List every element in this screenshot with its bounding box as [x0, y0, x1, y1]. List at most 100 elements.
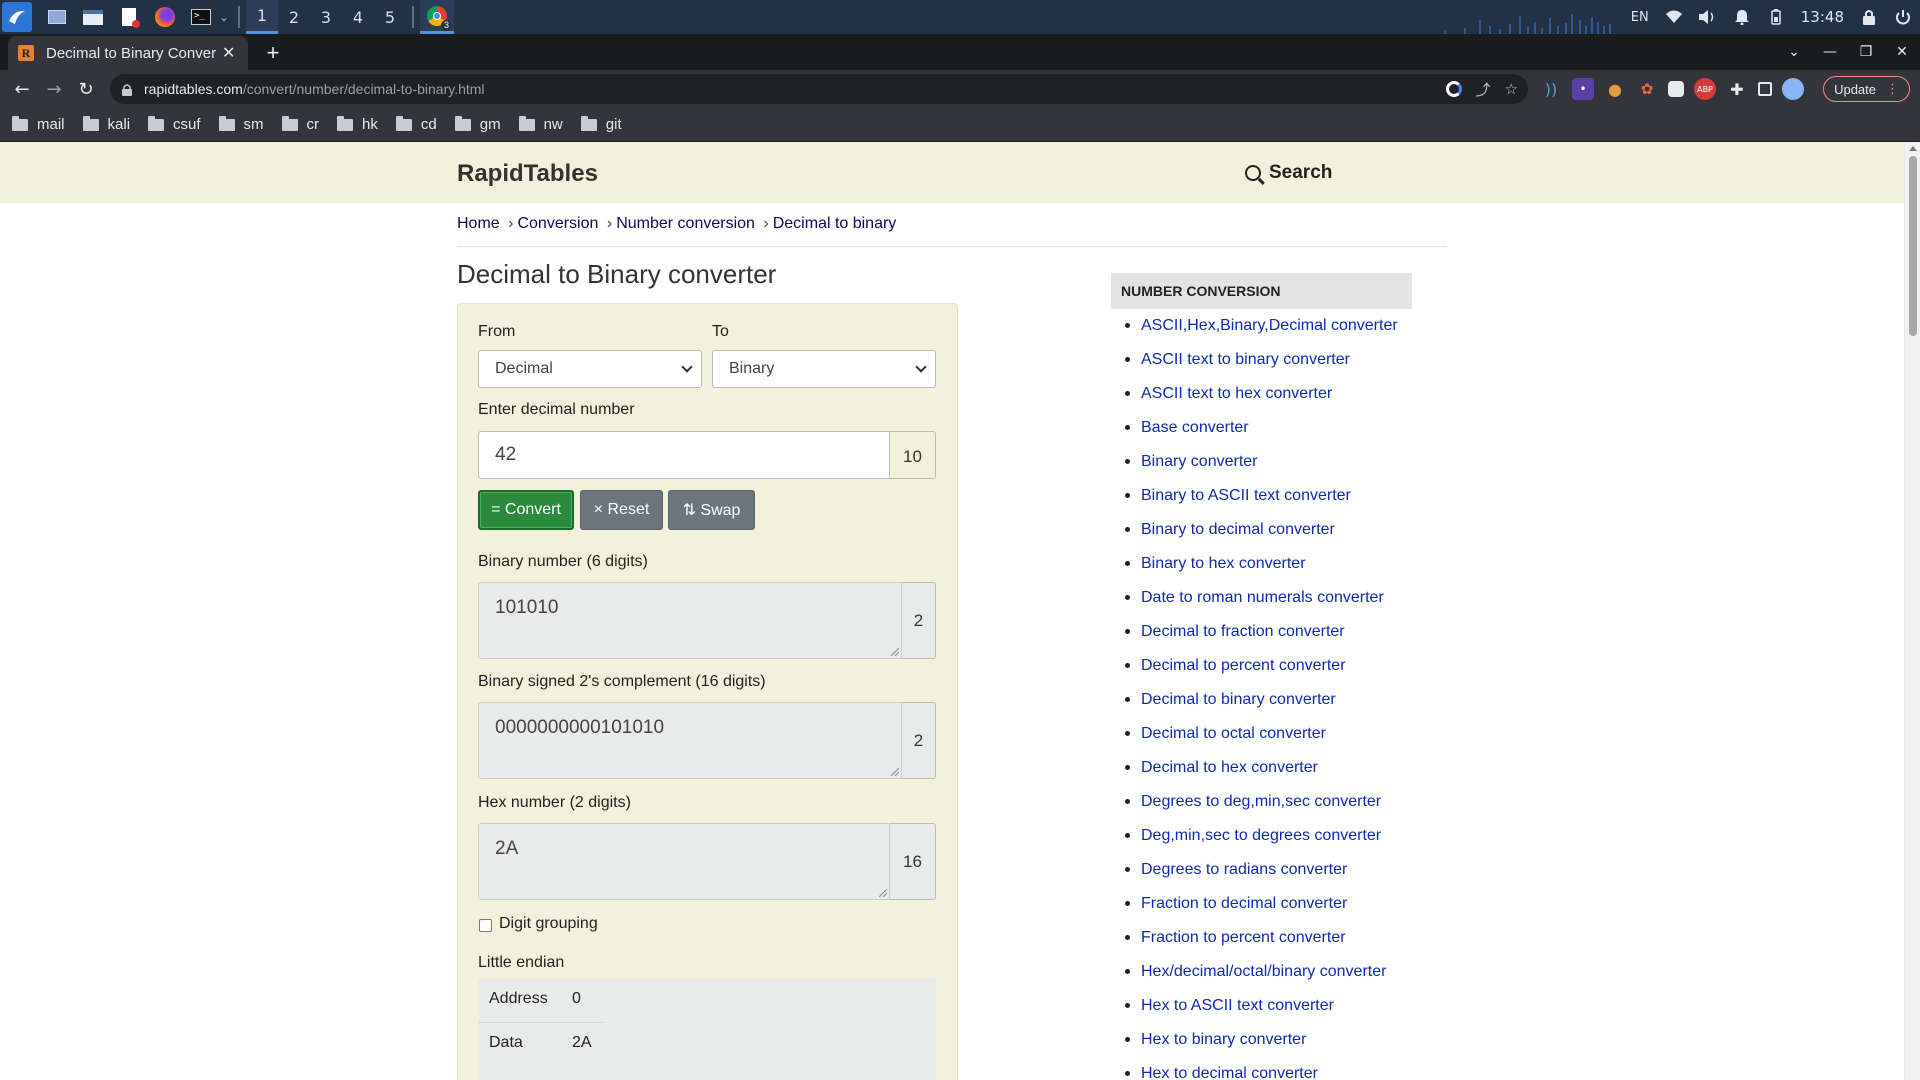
- chevron-down-icon[interactable]: ⌄: [216, 0, 232, 34]
- battery-icon[interactable]: [1759, 0, 1793, 34]
- sidebar-link[interactable]: Hex to decimal converter: [1122, 1064, 1398, 1080]
- new-tab-button[interactable]: +: [258, 38, 288, 68]
- reload-button[interactable]: ↻: [70, 73, 102, 105]
- sidebar-link[interactable]: Date to roman numerals converter: [1122, 588, 1398, 622]
- bookmark-git[interactable]: git: [580, 115, 622, 133]
- share-icon[interactable]: ⤴: [1476, 79, 1491, 100]
- volume-icon[interactable]: [1691, 0, 1725, 34]
- sidebar-link[interactable]: Hex to ASCII text converter: [1122, 996, 1398, 1030]
- convert-button[interactable]: = Convert: [478, 490, 574, 530]
- sidebar-link[interactable]: Hex/decimal/octal/binary converter: [1122, 962, 1398, 996]
- sidebar-link[interactable]: Deg,min,sec to degrees converter: [1122, 826, 1398, 860]
- sidebar-link[interactable]: Fraction to decimal converter: [1122, 894, 1398, 928]
- bookmark-gm[interactable]: gm: [454, 115, 501, 133]
- extension-flower-icon[interactable]: ✿: [1636, 78, 1658, 100]
- sidebar-link[interactable]: ASCII text to hex converter: [1122, 384, 1398, 418]
- bookmark-kali[interactable]: kali: [82, 115, 130, 133]
- close-window-button[interactable]: ✕: [1884, 34, 1920, 70]
- bookmark-mail[interactable]: mail: [12, 115, 65, 133]
- hex-output[interactable]: 2A: [478, 823, 890, 900]
- side-panel-icon[interactable]: [1758, 82, 1772, 96]
- forward-button[interactable]: →: [38, 73, 70, 105]
- page-scrollbar[interactable]: [1904, 142, 1920, 1080]
- workspace-4[interactable]: 4: [342, 0, 374, 34]
- bookmark-sm[interactable]: sm: [218, 115, 264, 133]
- sidebar-link[interactable]: Binary to hex converter: [1122, 554, 1398, 588]
- bookmark-cr[interactable]: cr: [281, 115, 319, 133]
- scroll-up-icon[interactable]: [1909, 146, 1917, 151]
- sidebar-link[interactable]: Degrees to deg,min,sec converter: [1122, 792, 1398, 826]
- workspace-3[interactable]: 3: [310, 0, 342, 34]
- file-manager-icon[interactable]: [78, 0, 108, 34]
- browser-tab[interactable]: R Decimal to Binary Convert ✕: [8, 36, 248, 70]
- breadcrumb-current[interactable]: Decimal to binary: [773, 215, 897, 232]
- show-desktop-icon[interactable]: [42, 0, 72, 34]
- swap-button[interactable]: ⇅ Swap: [668, 490, 755, 530]
- sidebar-link[interactable]: Decimal to octal converter: [1122, 724, 1398, 758]
- scrollbar-thumb[interactable]: [1909, 156, 1917, 336]
- sidebar-link[interactable]: Binary to ASCII text converter: [1122, 486, 1398, 520]
- bookmark-nw[interactable]: nw: [518, 115, 563, 133]
- from-select[interactable]: Decimal: [478, 350, 702, 388]
- update-chrome-button[interactable]: Update ⋮: [1823, 76, 1910, 102]
- sidebar-link[interactable]: Binary to decimal converter: [1122, 520, 1398, 554]
- sidebar-link[interactable]: ASCII,Hex,Binary,Decimal converter: [1122, 316, 1398, 350]
- restore-window-button[interactable]: ❐: [1848, 34, 1884, 70]
- profile-avatar[interactable]: [1782, 78, 1804, 100]
- binary-output[interactable]: 101010: [478, 582, 902, 659]
- digit-grouping-label[interactable]: Digit grouping: [499, 915, 598, 933]
- firefox-icon[interactable]: [150, 0, 180, 34]
- sidebar-link[interactable]: Decimal to binary converter: [1122, 690, 1398, 724]
- sidebar-link[interactable]: Degrees to radians converter: [1122, 860, 1398, 894]
- sidebar-link[interactable]: Binary converter: [1122, 452, 1398, 486]
- signed-output[interactable]: 0000000000101010: [478, 702, 902, 779]
- bookmark-star-icon[interactable]: ☆: [1505, 80, 1518, 98]
- extension-purple-icon[interactable]: •: [1572, 78, 1594, 100]
- app-menu-icon[interactable]: [2, 2, 32, 32]
- breadcrumb-number-conversion[interactable]: Number conversion: [616, 215, 755, 232]
- sidebar-link[interactable]: Base converter: [1122, 418, 1398, 452]
- text-editor-icon[interactable]: [114, 0, 144, 34]
- sidebar-link[interactable]: Decimal to hex converter: [1122, 758, 1398, 792]
- power-icon[interactable]: [1886, 0, 1920, 34]
- sidebar-link[interactable]: Decimal to percent converter: [1122, 656, 1398, 690]
- extension-wave-icon[interactable]: )): [1540, 78, 1562, 100]
- terminal-icon[interactable]: >_: [186, 0, 216, 34]
- address-bar[interactable]: rapidtables.com/convert/number/decimal-t…: [110, 74, 1528, 104]
- google-lens-icon[interactable]: [1445, 81, 1462, 97]
- sidebar-link[interactable]: Decimal to fraction converter: [1122, 622, 1398, 656]
- to-select[interactable]: Binary: [712, 350, 936, 388]
- decimal-input[interactable]: 42: [478, 431, 890, 479]
- workspace-1[interactable]: 1: [246, 0, 278, 34]
- breadcrumb-conversion[interactable]: Conversion: [517, 215, 598, 232]
- tab-search-icon[interactable]: ⌄: [1776, 34, 1812, 70]
- chrome-window-button[interactable]: 3: [420, 0, 454, 34]
- resize-handle-icon[interactable]: [879, 889, 887, 897]
- adblock-icon[interactable]: ABP: [1694, 78, 1716, 100]
- bookmark-hk[interactable]: hk: [337, 115, 378, 133]
- resize-handle-icon[interactable]: [891, 768, 899, 776]
- bookmark-csuf[interactable]: csuf: [148, 115, 201, 133]
- digit-grouping-checkbox[interactable]: [479, 919, 492, 932]
- sidebar-link[interactable]: Fraction to percent converter: [1122, 928, 1398, 962]
- site-info-lock-icon[interactable]: [122, 83, 132, 96]
- clock[interactable]: 13:48: [1793, 8, 1852, 26]
- sidebar-link[interactable]: Hex to binary converter: [1122, 1030, 1398, 1064]
- minimize-window-button[interactable]: —: [1812, 34, 1848, 70]
- workspace-2[interactable]: 2: [278, 0, 310, 34]
- sidebar-link[interactable]: ASCII text to binary converter: [1122, 350, 1398, 384]
- extension-cookie-icon[interactable]: ●: [1604, 78, 1626, 100]
- back-button[interactable]: ←: [6, 73, 38, 105]
- wifi-icon[interactable]: [1657, 0, 1691, 34]
- extensions-puzzle-icon[interactable]: ✚: [1726, 78, 1748, 100]
- breadcrumb-home[interactable]: Home: [457, 215, 500, 232]
- notifications-bell-icon[interactable]: [1725, 0, 1759, 34]
- keyboard-layout-indicator[interactable]: EN: [1623, 0, 1657, 34]
- resize-handle-icon[interactable]: [891, 648, 899, 656]
- close-tab-icon[interactable]: ✕: [222, 43, 235, 63]
- lock-screen-icon[interactable]: [1852, 0, 1886, 34]
- url-text[interactable]: rapidtables.com/convert/number/decimal-t…: [144, 81, 485, 97]
- workspace-5[interactable]: 5: [374, 0, 406, 34]
- bookmark-cd[interactable]: cd: [395, 115, 437, 133]
- extension-sheet-icon[interactable]: [1668, 81, 1684, 97]
